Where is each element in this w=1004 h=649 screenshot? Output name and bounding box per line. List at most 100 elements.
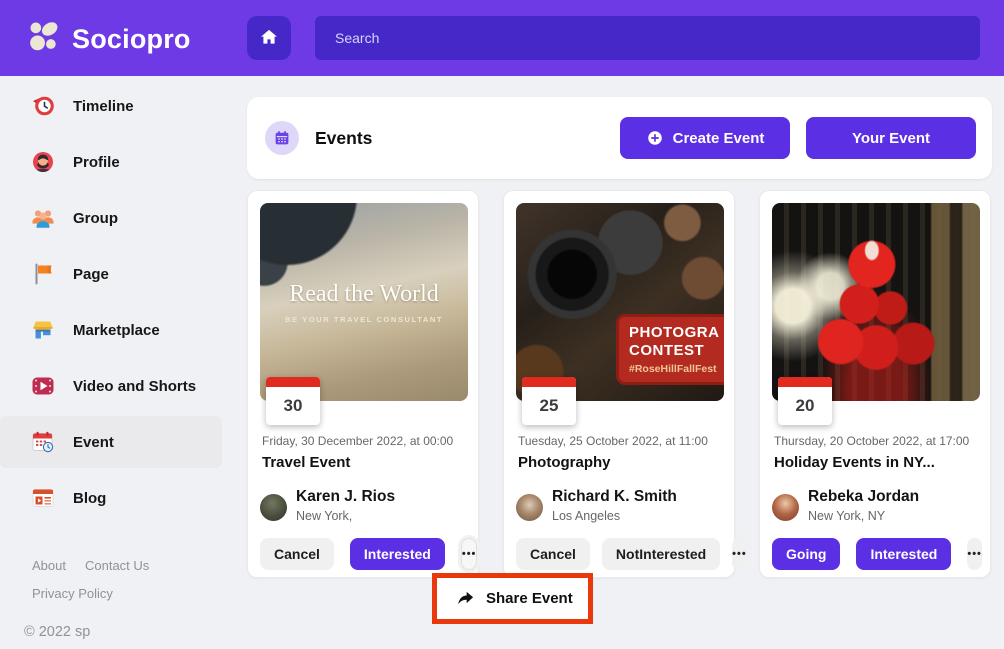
host-location: New York, bbox=[296, 509, 395, 523]
sidebar-item-blog[interactable]: Blog bbox=[0, 472, 247, 524]
event-title[interactable]: Travel Event bbox=[262, 454, 350, 471]
sidebar-item-label: Marketplace bbox=[73, 322, 160, 339]
date-badge-bar bbox=[522, 377, 576, 387]
sidebar-item-label: Video and Shorts bbox=[73, 378, 196, 395]
blog-window-icon bbox=[30, 485, 56, 511]
host-name[interactable]: Rebeka Jordan bbox=[808, 488, 919, 506]
event-image-travel[interactable]: Read the World BE YOUR TRAVEL CONSULTANT bbox=[260, 203, 468, 401]
sidebar-item-label: Timeline bbox=[73, 98, 134, 115]
share-arrow-icon bbox=[456, 590, 475, 607]
create-event-label: Create Event bbox=[673, 130, 765, 147]
badge-line: PHOTOGRA bbox=[629, 324, 724, 342]
host-location: New York, NY bbox=[808, 509, 919, 523]
host-name[interactable]: Richard K. Smith bbox=[552, 488, 677, 506]
host-row: Rebeka Jordan New York, NY bbox=[772, 488, 919, 523]
event-image-holiday[interactable] bbox=[772, 203, 980, 401]
date-badge: 20 bbox=[778, 377, 832, 425]
sidebar-item-timeline[interactable]: Timeline bbox=[0, 80, 247, 132]
home-icon bbox=[259, 27, 279, 50]
event-datetime: Friday, 30 December 2022, at 00:00 bbox=[262, 434, 453, 448]
home-button[interactable] bbox=[247, 16, 291, 60]
cancel-button[interactable]: Cancel bbox=[260, 538, 334, 570]
event-datetime: Thursday, 20 October 2022, at 17:00 bbox=[774, 434, 969, 448]
sociopro-logo-icon bbox=[26, 18, 63, 60]
top-header: Sociopro bbox=[0, 0, 1004, 76]
timeline-clock-icon bbox=[30, 93, 56, 119]
avatar[interactable] bbox=[516, 494, 543, 521]
footer-link-about[interactable]: About bbox=[32, 558, 66, 573]
notinterested-button[interactable]: NotInterested bbox=[602, 538, 720, 570]
sidebar-item-label: Page bbox=[73, 266, 109, 283]
date-badge-bar bbox=[778, 377, 832, 387]
card-actions: Cancel NotInterested ••• bbox=[516, 538, 722, 570]
image-subcaption: BE YOUR TRAVEL CONSULTANT bbox=[260, 315, 468, 324]
card-actions: Cancel Interested ••• bbox=[260, 538, 466, 570]
your-event-label: Your Event bbox=[852, 130, 930, 147]
date-badge-day: 30 bbox=[266, 387, 320, 425]
sidebar-item-label: Blog bbox=[73, 490, 106, 507]
interested-button[interactable]: Interested bbox=[350, 538, 445, 570]
event-card-travel: Read the World BE YOUR TRAVEL CONSULTANT… bbox=[247, 190, 479, 578]
video-play-icon bbox=[30, 373, 56, 399]
card-actions: Going Interested ••• bbox=[772, 538, 978, 570]
sidebar-item-video[interactable]: Video and Shorts bbox=[0, 360, 247, 412]
ellipsis-icon: ••• bbox=[967, 548, 982, 560]
page-title: Events bbox=[315, 128, 372, 149]
create-event-button[interactable]: Create Event bbox=[620, 117, 790, 159]
sidebar-item-profile[interactable]: Profile bbox=[0, 136, 247, 188]
sidebar-item-label: Group bbox=[73, 210, 118, 227]
plus-circle-icon bbox=[646, 129, 664, 147]
date-badge: 30 bbox=[266, 377, 320, 425]
more-options-button[interactable]: ••• bbox=[732, 538, 747, 570]
sidebar: Timeline Profile bbox=[0, 76, 247, 649]
group-people-icon bbox=[30, 205, 56, 231]
interested-button[interactable]: Interested bbox=[856, 538, 951, 570]
host-location: Los Angeles bbox=[552, 509, 677, 523]
event-title[interactable]: Photography bbox=[518, 454, 611, 471]
sidebar-item-group[interactable]: Group bbox=[0, 192, 247, 244]
event-title[interactable]: Holiday Events in NY... bbox=[774, 454, 935, 471]
share-event-menu-item[interactable]: Share Event bbox=[432, 573, 593, 624]
footer-link-privacy[interactable]: Privacy Policy bbox=[32, 586, 113, 601]
event-card-photography: PHOTOGRA CONTEST #RoseHillFallFest 25 Tu… bbox=[503, 190, 735, 578]
calendar-icon bbox=[265, 121, 299, 155]
badge-hashtag: #RoseHillFallFest bbox=[629, 363, 724, 375]
search-input[interactable] bbox=[315, 16, 980, 60]
more-options-button[interactable]: ••• bbox=[967, 538, 982, 570]
marketplace-store-icon bbox=[30, 317, 56, 343]
brand[interactable]: Sociopro bbox=[26, 18, 191, 60]
event-card-holiday: 20 Thursday, 20 October 2022, at 17:00 H… bbox=[759, 190, 991, 578]
your-event-button[interactable]: Your Event bbox=[806, 117, 976, 159]
sidebar-item-page[interactable]: Page bbox=[0, 248, 247, 300]
sidebar-item-label: Event bbox=[73, 434, 114, 451]
sidebar-item-event[interactable]: Event bbox=[0, 416, 222, 468]
event-calendar-icon bbox=[30, 429, 56, 455]
event-datetime: Tuesday, 25 October 2022, at 11:00 bbox=[518, 434, 708, 448]
share-event-label: Share Event bbox=[486, 590, 573, 607]
image-caption: Read the World bbox=[260, 281, 468, 308]
host-row: Richard K. Smith Los Angeles bbox=[516, 488, 677, 523]
events-header-panel: Events Create Event Your Event bbox=[247, 97, 992, 179]
host-name[interactable]: Karen J. Rios bbox=[296, 488, 395, 506]
brand-name: Sociopro bbox=[72, 24, 191, 55]
ellipsis-icon: ••• bbox=[732, 548, 747, 560]
profile-avatar-icon bbox=[30, 149, 56, 175]
contest-badge: PHOTOGRA CONTEST #RoseHillFallFest bbox=[616, 314, 724, 385]
going-button[interactable]: Going bbox=[772, 538, 840, 570]
date-badge-bar bbox=[266, 377, 320, 387]
avatar[interactable] bbox=[772, 494, 799, 521]
host-row: Karen J. Rios New York, bbox=[260, 488, 395, 523]
cancel-button[interactable]: Cancel bbox=[516, 538, 590, 570]
sidebar-item-marketplace[interactable]: Marketplace bbox=[0, 304, 247, 356]
date-badge-day: 20 bbox=[778, 387, 832, 425]
sidebar-item-label: Profile bbox=[73, 154, 120, 171]
badge-line: CONTEST bbox=[629, 342, 724, 360]
ellipsis-icon: ••• bbox=[462, 548, 477, 560]
page-flag-icon bbox=[30, 261, 56, 287]
event-image-photography[interactable]: PHOTOGRA CONTEST #RoseHillFallFest bbox=[516, 203, 724, 401]
avatar[interactable] bbox=[260, 494, 287, 521]
footer-link-contact[interactable]: Contact Us bbox=[85, 558, 149, 573]
more-options-button[interactable]: ••• bbox=[461, 538, 478, 570]
copyright-text: © 2022 sp bbox=[24, 624, 90, 640]
date-badge: 25 bbox=[522, 377, 576, 425]
